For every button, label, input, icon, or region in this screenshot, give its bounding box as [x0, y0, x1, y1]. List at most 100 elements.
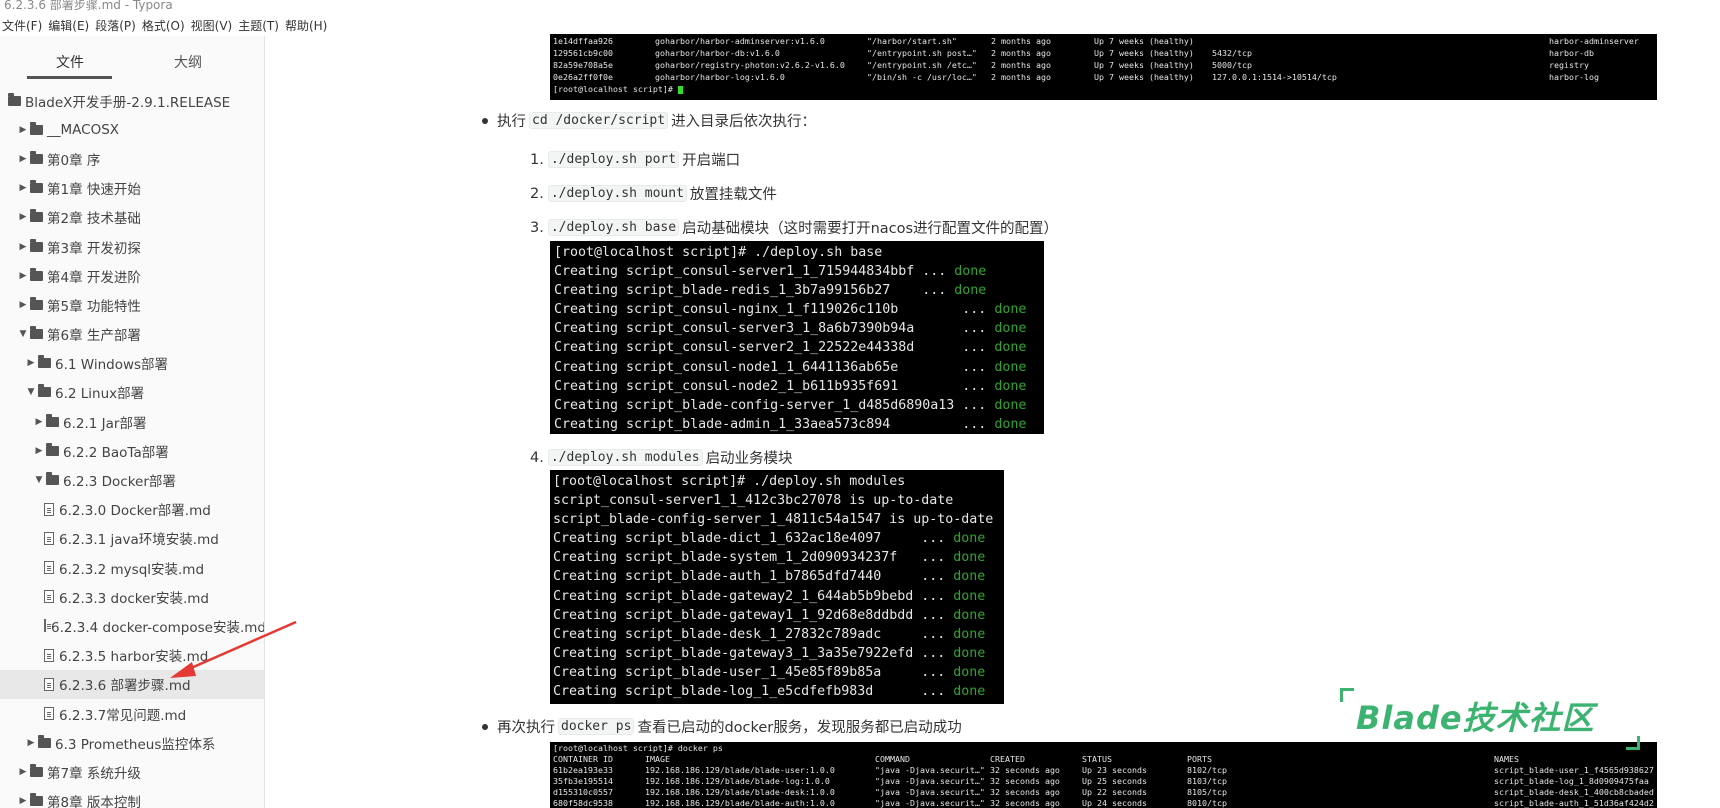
file-item[interactable]: 6.2.3.5 harbor安装.md — [0, 641, 264, 670]
tree-item-label: __MACOSX — [47, 121, 120, 138]
terminal-cell: Up 23 seconds — [1082, 765, 1147, 775]
file-icon — [44, 502, 54, 516]
terminal-cell: 127.0.0.1:1514->10514/tcp — [1212, 72, 1337, 82]
terminal-prompt: [root@localhost script]# ./deploy.sh mod… — [553, 474, 906, 489]
menu-item[interactable]: 编辑(E) — [46, 14, 93, 36]
tree-item-label: 6.2.1 Jar部署 — [63, 415, 147, 432]
status-done: done — [953, 531, 986, 547]
file-item[interactable]: 6.2.3.1 java环境安装.md — [0, 524, 264, 553]
terminal-cell: 1e14dffaa926 — [553, 36, 613, 46]
status-done: done — [953, 664, 986, 680]
terminal-cell: "/bin/sh -c /usr/loc…" — [867, 72, 977, 82]
file-icon — [44, 590, 54, 604]
terminal-cell: script_blade-auth_1_51d36af424d2 — [1494, 798, 1654, 808]
caret-right-icon[interactable]: ▶ — [18, 271, 28, 281]
watermark-corner — [1340, 688, 1354, 702]
file-tree: BladeX开发手册-2.9.1.RELEASE ▶ __MACOSX ▶ 第0章 序 ▶… — [0, 86, 265, 808]
terminal-line: Creating script_blade-admin_1_33aea573c8… — [554, 416, 1027, 432]
terminal-header-cell: CREATED — [990, 754, 1025, 764]
terminal-cell: 32 seconds ago — [990, 765, 1060, 775]
numbered-step: 1. ./deploy.sh port 开启端口 — [530, 149, 740, 170]
terminal-cell: 192.168.186.129/blade/blade-auth:1.0.0 — [645, 798, 835, 808]
folder-item[interactable]: ▶ 6.2.1 Jar部署 — [0, 407, 264, 436]
file-item[interactable]: 6.2.3.3 docker安装.md — [0, 582, 264, 611]
folder-icon — [46, 472, 59, 486]
tree-item-label: 6.2.3.3 docker安装.md — [59, 590, 209, 607]
folder-item[interactable]: ▶ 第7章 系统升级 — [0, 757, 264, 786]
caret-right-icon[interactable]: ▶ — [18, 242, 28, 252]
status-done: done — [994, 378, 1027, 394]
sidebar-tabs: 文件 大纲 — [0, 36, 264, 82]
folder-item[interactable]: BladeX开发手册-2.9.1.RELEASE — [0, 86, 264, 115]
caret-right-icon[interactable]: ▶ — [26, 358, 36, 368]
file-item[interactable]: 6.2.3.0 Docker部署.md — [0, 495, 264, 524]
folder-item[interactable]: ▶ 第5章 功能特性 — [0, 290, 264, 319]
folder-item[interactable]: ▶ 第8章 版本控制 — [0, 787, 264, 808]
caret-right-icon[interactable]: ▶ — [26, 738, 36, 748]
menu-item[interactable]: 文件(F) — [0, 14, 46, 36]
file-icon — [44, 707, 54, 721]
status-done: done — [994, 397, 1027, 413]
caret-right-icon[interactable]: ▶ — [18, 212, 28, 222]
file-item[interactable]: 6.2.3.4 docker-compose安装.md — [0, 611, 265, 640]
tab-files[interactable]: 文件 — [56, 52, 84, 72]
folder-icon — [30, 121, 43, 135]
terminal-line: Creating script_blade-log_1_e5cdfefb983d… — [553, 684, 986, 700]
caret-right-icon[interactable]: ▶ — [18, 300, 28, 310]
caret-down-icon[interactable]: ▼ — [26, 387, 36, 397]
folder-item[interactable]: ▶ 6.2.2 BaoTa部署 — [0, 436, 264, 465]
caret-right-icon[interactable]: ▶ — [18, 796, 28, 806]
tree-item-label: 6.2.3.4 docker-compose安装.md — [51, 619, 265, 636]
folder-item[interactable]: ▼ 6.2 Linux部署 — [0, 378, 264, 407]
folder-item[interactable]: ▶ 6.1 Windows部署 — [0, 349, 264, 378]
terminal-cell: harbor-adminserver — [1549, 36, 1639, 46]
watermark-text: Blade技术社区 — [1356, 699, 1595, 737]
folder-icon — [46, 413, 59, 427]
tree-item-label: 6.2.3.6 部署步骤.md — [59, 678, 191, 695]
folder-item[interactable]: ▼ 第6章 生产部署 — [0, 320, 264, 349]
caret-down-icon[interactable]: ▼ — [18, 329, 28, 339]
step-number: 2. — [530, 185, 544, 202]
folder-item[interactable]: ▶ 6.3 Prometheus监控体系 — [0, 728, 264, 757]
tree-item-label: 第8章 版本控制 — [47, 795, 141, 808]
terminal-line: Creating script_blade-gateway1_1_92d68e8… — [553, 607, 986, 623]
menu-item[interactable]: 段落(P) — [93, 14, 140, 36]
terminal-line: Creating script_blade-system_1_2d0909342… — [553, 550, 986, 566]
folder-icon — [46, 442, 59, 456]
terminal-row: 82a59e708a5e goharbor/registry-photon:v2.… — [553, 59, 1654, 71]
numbered-step: 2. ./deploy.sh mount 放置挂载文件 — [530, 183, 777, 204]
file-item[interactable]: 6.2.3.6 部署步骤.md — [0, 669, 264, 699]
tree-item-label: 第6章 生产部署 — [47, 328, 141, 345]
folder-icon — [30, 296, 43, 310]
terminal-line: Creating script_consul-node1_1_6441136ab… — [554, 359, 1027, 375]
file-item[interactable]: 6.2.3.7常见问题.md — [0, 699, 264, 728]
caret-right-icon[interactable]: ▶ — [18, 767, 28, 777]
caret-right-icon[interactable]: ▶ — [34, 446, 44, 456]
caret-right-icon[interactable]: ▶ — [18, 125, 28, 135]
terminal-cell: 8103/tcp — [1187, 776, 1227, 786]
file-icon — [44, 561, 54, 575]
terminal-line: Creating script_blade-config-server_1_d4… — [554, 397, 1027, 413]
file-item[interactable]: 6.2.3.2 mysql安装.md — [0, 553, 264, 582]
menu-item[interactable]: 视图(V) — [189, 14, 237, 36]
status-done: done — [954, 264, 987, 280]
terminal-line: script_consul-server1_1_412c3bc27078 is … — [553, 493, 954, 509]
folder-item[interactable]: ▶ 第0章 序 — [0, 144, 264, 173]
caret-down-icon[interactable]: ▼ — [34, 475, 44, 485]
folder-item[interactable]: ▶ 第2章 技术基础 — [0, 203, 264, 232]
folder-item[interactable]: ▶ 第4章 开发进阶 — [0, 261, 264, 290]
folder-item[interactable]: ▶ 第3章 开发初探 — [0, 232, 264, 261]
caret-right-icon[interactable]: ▶ — [18, 154, 28, 164]
folder-item[interactable]: ▼ 6.2.3 Docker部署 — [0, 465, 264, 494]
terminal-row: 680f58dc9538 192.168.186.129/blade/blade-… — [553, 798, 1654, 808]
terminal-cell: "/entrypoint.sh /etc…" — [867, 60, 977, 70]
caret-right-icon[interactable]: ▶ — [34, 417, 44, 427]
tab-outline[interactable]: 大纲 — [174, 52, 202, 72]
window-title: 6.2.3.6 部署步骤.md - Typora — [4, 0, 173, 12]
file-icon — [44, 677, 54, 691]
caret-right-icon[interactable]: ▶ — [18, 183, 28, 193]
folder-item[interactable]: ▶ 第1章 快速开始 — [0, 174, 264, 203]
folder-item[interactable]: ▶ __MACOSX — [0, 115, 264, 144]
menu-item[interactable]: 格式(O) — [140, 14, 189, 36]
bullet-dot — [482, 117, 488, 124]
